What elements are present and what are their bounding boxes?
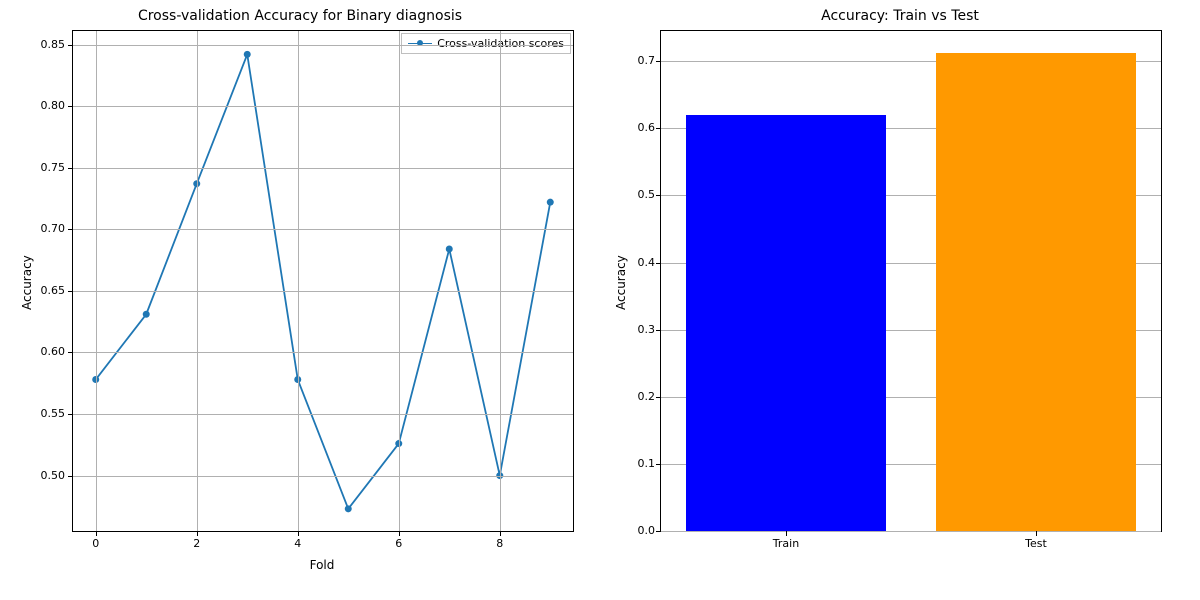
tick-mark	[96, 531, 97, 536]
y-tick-label: 0.85	[25, 38, 65, 51]
gridline-v	[96, 31, 97, 531]
chart-title: Accuracy: Train vs Test	[600, 8, 1200, 24]
tick-mark	[68, 352, 73, 353]
gridline-h	[73, 106, 573, 107]
y-tick-label: 0.50	[25, 469, 65, 482]
line-chart-panel: Cross-validation Accuracy for Binary dia…	[0, 0, 600, 600]
tick-mark	[656, 195, 661, 196]
y-tick-label: 0.75	[25, 161, 65, 174]
y-tick-label: 0.3	[615, 323, 655, 336]
gridline-v	[298, 31, 299, 531]
data-point	[547, 199, 554, 206]
gridline-h	[661, 531, 1161, 532]
gridline-h	[73, 291, 573, 292]
data-point	[244, 51, 251, 58]
bar-chart-panel: Accuracy: Train vs Test Accuracy 0.00.10…	[600, 0, 1200, 600]
x-tick-label: 8	[480, 537, 520, 550]
tick-mark	[197, 531, 198, 536]
y-tick-label: 0.2	[615, 390, 655, 403]
gridline-h	[73, 476, 573, 477]
y-tick-label: 0.5	[615, 188, 655, 201]
tick-mark	[399, 531, 400, 536]
y-tick-label: 0.7	[615, 54, 655, 67]
x-tick-label: 2	[177, 537, 217, 550]
tick-mark	[68, 45, 73, 46]
y-tick-label: 0.1	[615, 457, 655, 470]
tick-mark	[656, 128, 661, 129]
bar	[686, 115, 886, 531]
y-axis-label: Accuracy	[20, 255, 34, 310]
data-point	[446, 245, 453, 252]
chart-title: Cross-validation Accuracy for Binary dia…	[0, 8, 600, 24]
y-tick-label: 0.60	[25, 345, 65, 358]
tick-mark	[500, 531, 501, 536]
gridline-h	[73, 414, 573, 415]
line-path	[96, 54, 551, 508]
tick-mark	[786, 531, 787, 536]
x-tick-label: 6	[379, 537, 419, 550]
tick-mark	[1036, 531, 1037, 536]
y-tick-label: 0.70	[25, 222, 65, 235]
tick-mark	[68, 291, 73, 292]
y-tick-label: 0.65	[25, 284, 65, 297]
gridline-h	[73, 352, 573, 353]
tick-mark	[68, 476, 73, 477]
tick-mark	[656, 61, 661, 62]
gridline-v	[500, 31, 501, 531]
line-plot-area: Cross-validation scores 0.500.550.600.65…	[72, 30, 574, 532]
tick-mark	[656, 397, 661, 398]
x-axis-label: Fold	[72, 558, 572, 572]
y-tick-label: 0.0	[615, 524, 655, 537]
tick-mark	[298, 531, 299, 536]
tick-mark	[656, 263, 661, 264]
tick-mark	[656, 330, 661, 331]
tick-mark	[656, 531, 661, 532]
x-tick-label: Train	[766, 537, 806, 550]
tick-mark	[68, 229, 73, 230]
x-tick-label: Test	[1016, 537, 1056, 550]
x-tick-label: 4	[278, 537, 318, 550]
gridline-v	[197, 31, 198, 531]
data-point	[345, 505, 352, 512]
tick-mark	[68, 414, 73, 415]
gridline-h	[73, 45, 573, 46]
figure: Cross-validation Accuracy for Binary dia…	[0, 0, 1200, 600]
gridline-v	[399, 31, 400, 531]
gridline-h	[73, 229, 573, 230]
y-tick-label: 0.80	[25, 99, 65, 112]
bar	[936, 53, 1136, 531]
tick-mark	[656, 464, 661, 465]
y-tick-label: 0.4	[615, 256, 655, 269]
y-tick-label: 0.6	[615, 121, 655, 134]
y-tick-label: 0.55	[25, 407, 65, 420]
tick-mark	[68, 168, 73, 169]
gridline-h	[73, 168, 573, 169]
bar-plot-area: 0.00.10.20.30.40.50.60.7TrainTest	[660, 30, 1162, 532]
tick-mark	[68, 106, 73, 107]
x-tick-label: 0	[76, 537, 116, 550]
data-point	[143, 311, 150, 318]
